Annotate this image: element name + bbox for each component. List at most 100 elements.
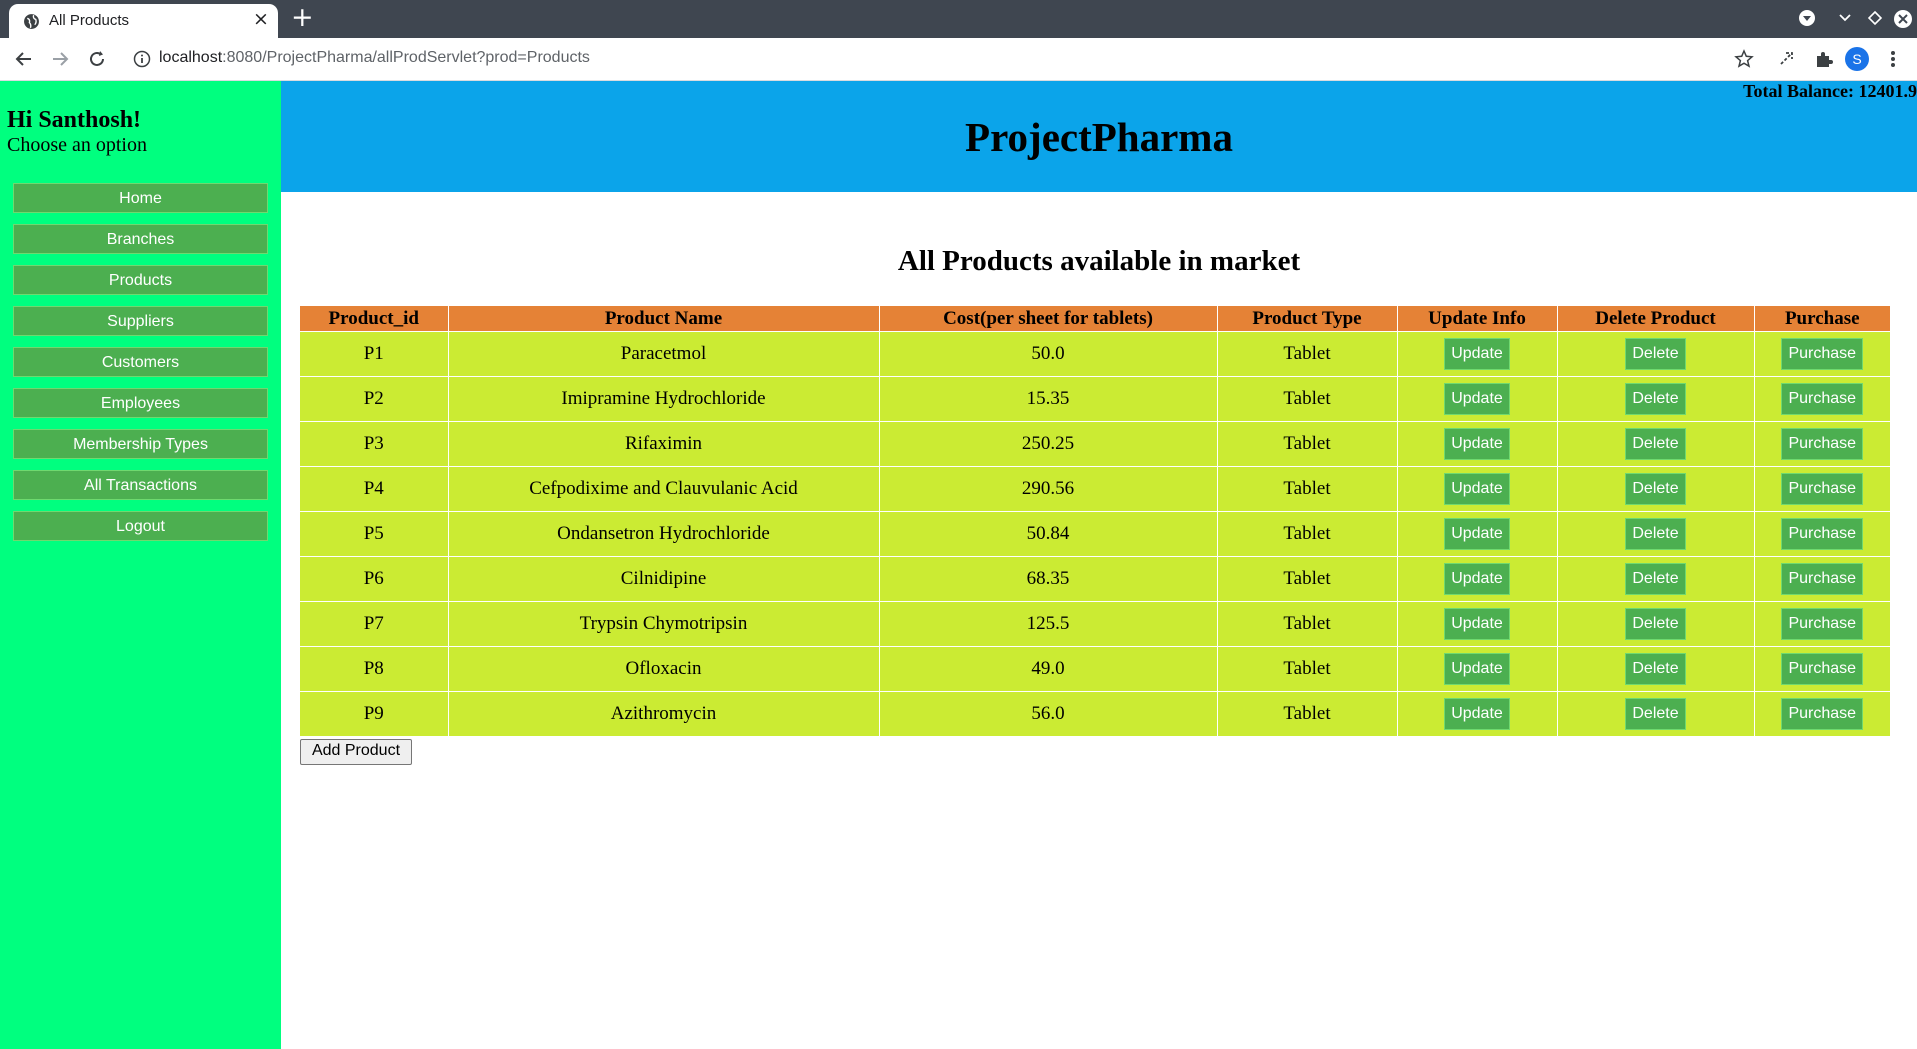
sidebar-item-products[interactable]: Products <box>13 265 268 295</box>
product-type-cell: Tablet <box>1216 646 1397 692</box>
url-path: :8080/ProjectPharma/allProdServlet?prod=… <box>222 49 590 66</box>
table-row: P4 Cefpodixime and Clauvulanic Acid 290.… <box>300 466 1890 512</box>
bookmark-star-icon[interactable] <box>1733 48 1755 70</box>
sidebar-item-home[interactable]: Home <box>13 183 268 213</box>
product-cost-cell: 49.0 <box>878 646 1217 692</box>
purchase-cell: Purchase <box>1753 331 1890 377</box>
column-header-product-id: Product_id <box>300 306 448 332</box>
table-row: P5 Ondansetron Hydrochloride 50.84 Table… <box>300 511 1890 557</box>
url-host: localhost <box>159 49 223 66</box>
product-name-cell: Ondansetron Hydrochloride <box>447 511 879 557</box>
delete-button[interactable]: Delete <box>1625 608 1686 640</box>
delete-button[interactable]: Delete <box>1625 518 1686 550</box>
purchase-cell: Purchase <box>1753 421 1890 467</box>
media-control-icon[interactable] <box>1798 9 1816 27</box>
site-info-icon[interactable] <box>133 50 151 68</box>
add-product-button[interactable]: Add Product <box>300 739 412 765</box>
purchase-button[interactable]: Purchase <box>1781 653 1864 685</box>
update-cell: Update <box>1396 376 1557 422</box>
close-tab-icon[interactable]: × <box>253 8 269 30</box>
update-cell: Update <box>1396 556 1557 602</box>
purchase-button[interactable]: Purchase <box>1781 563 1864 595</box>
update-button[interactable]: Update <box>1444 473 1510 505</box>
url-text[interactable]: localhost:8080/ProjectPharma/allProdServ… <box>159 49 590 67</box>
column-header-cost: Cost(per sheet for tablets) <box>878 306 1217 332</box>
purchase-button[interactable]: Purchase <box>1781 383 1864 415</box>
product-type-cell: Tablet <box>1216 556 1397 602</box>
profile-avatar[interactable]: S <box>1845 47 1869 71</box>
sidebar-item-logout[interactable]: Logout <box>13 511 268 541</box>
table-row: P3 Rifaximin 250.25 Tablet Update Delete… <box>300 421 1890 467</box>
update-button[interactable]: Update <box>1444 653 1510 685</box>
globe-icon <box>24 14 39 29</box>
table-header-row: Product_id Product Name Cost(per sheet f… <box>300 306 1890 332</box>
delete-button[interactable]: Delete <box>1625 473 1686 505</box>
purchase-button[interactable]: Purchase <box>1781 338 1864 370</box>
new-tab-icon[interactable]: + <box>291 2 314 33</box>
update-button[interactable]: Update <box>1444 428 1510 460</box>
delete-button[interactable]: Delete <box>1625 383 1686 415</box>
sidebar-item-suppliers[interactable]: Suppliers <box>13 306 268 336</box>
sidebar-item-all-transactions[interactable]: All Transactions <box>13 470 268 500</box>
delete-cell: Delete <box>1556 376 1754 422</box>
more-menu-icon[interactable] <box>1885 48 1901 70</box>
purchase-button[interactable]: Purchase <box>1781 518 1864 550</box>
tab-search-icon[interactable] <box>1836 9 1854 27</box>
column-header-product-name: Product Name <box>447 306 879 332</box>
sidebar-item-membership-types[interactable]: Membership Types <box>13 429 268 459</box>
back-arrow-icon[interactable] <box>13 48 35 70</box>
forward-arrow-icon[interactable] <box>49 48 71 70</box>
product-name-cell: Ofloxacin <box>447 646 879 692</box>
update-cell: Update <box>1396 466 1557 512</box>
purchase-button[interactable]: Purchase <box>1781 608 1864 640</box>
product-cost-cell: 56.0 <box>878 691 1217 736</box>
product-id-cell: P8 <box>300 646 448 692</box>
purchase-button[interactable]: Purchase <box>1781 698 1864 730</box>
product-type-cell: Tablet <box>1216 691 1397 736</box>
update-button[interactable]: Update <box>1444 338 1510 370</box>
delete-button[interactable]: Delete <box>1625 338 1686 370</box>
product-name-cell: Trypsin Chymotripsin <box>447 601 879 647</box>
delete-cell: Delete <box>1556 691 1754 736</box>
product-id-cell: P4 <box>300 466 448 512</box>
sidebar-item-branches[interactable]: Branches <box>13 224 268 254</box>
update-button[interactable]: Update <box>1444 698 1510 730</box>
delete-cell: Delete <box>1556 511 1754 557</box>
delete-button[interactable]: Delete <box>1625 428 1686 460</box>
product-id-cell: P5 <box>300 511 448 557</box>
update-button[interactable]: Update <box>1444 563 1510 595</box>
delete-button[interactable]: Delete <box>1625 698 1686 730</box>
update-button[interactable]: Update <box>1444 383 1510 415</box>
extension-puzzle-outline-icon[interactable] <box>1776 48 1798 70</box>
delete-button[interactable]: Delete <box>1625 563 1686 595</box>
app-title: ProjectPharma <box>965 114 1233 160</box>
product-cost-cell: 15.35 <box>878 376 1217 422</box>
purchase-cell: Purchase <box>1753 466 1890 512</box>
product-cost-cell: 290.56 <box>878 466 1217 512</box>
browser-tab[interactable]: All Products × <box>9 4 278 38</box>
column-header-purchase: Purchase <box>1753 306 1890 332</box>
update-cell: Update <box>1396 421 1557 467</box>
product-id-cell: P6 <box>300 556 448 602</box>
product-type-cell: Tablet <box>1216 331 1397 377</box>
sidebar-item-employees[interactable]: Employees <box>13 388 268 418</box>
product-name-cell: Paracetmol <box>447 331 879 377</box>
product-cost-cell: 50.84 <box>878 511 1217 557</box>
update-button[interactable]: Update <box>1444 518 1510 550</box>
delete-cell: Delete <box>1556 421 1754 467</box>
greeting: Hi Santhosh! <box>7 107 142 133</box>
close-window-icon[interactable] <box>1893 9 1913 29</box>
update-button[interactable]: Update <box>1444 608 1510 640</box>
sidebar-item-customers[interactable]: Customers <box>13 347 268 377</box>
reload-icon[interactable] <box>86 48 108 70</box>
product-type-cell: Tablet <box>1216 376 1397 422</box>
product-name-cell: Imipramine Hydrochloride <box>447 376 879 422</box>
purchase-button[interactable]: Purchase <box>1781 428 1864 460</box>
delete-button[interactable]: Delete <box>1625 653 1686 685</box>
delete-cell: Delete <box>1556 646 1754 692</box>
purchase-button[interactable]: Purchase <box>1781 473 1864 505</box>
extensions-puzzle-icon[interactable] <box>1813 48 1835 70</box>
page-title: All Products available in market <box>897 245 1301 277</box>
product-cost-cell: 68.35 <box>878 556 1217 602</box>
restore-window-icon[interactable] <box>1866 9 1884 27</box>
